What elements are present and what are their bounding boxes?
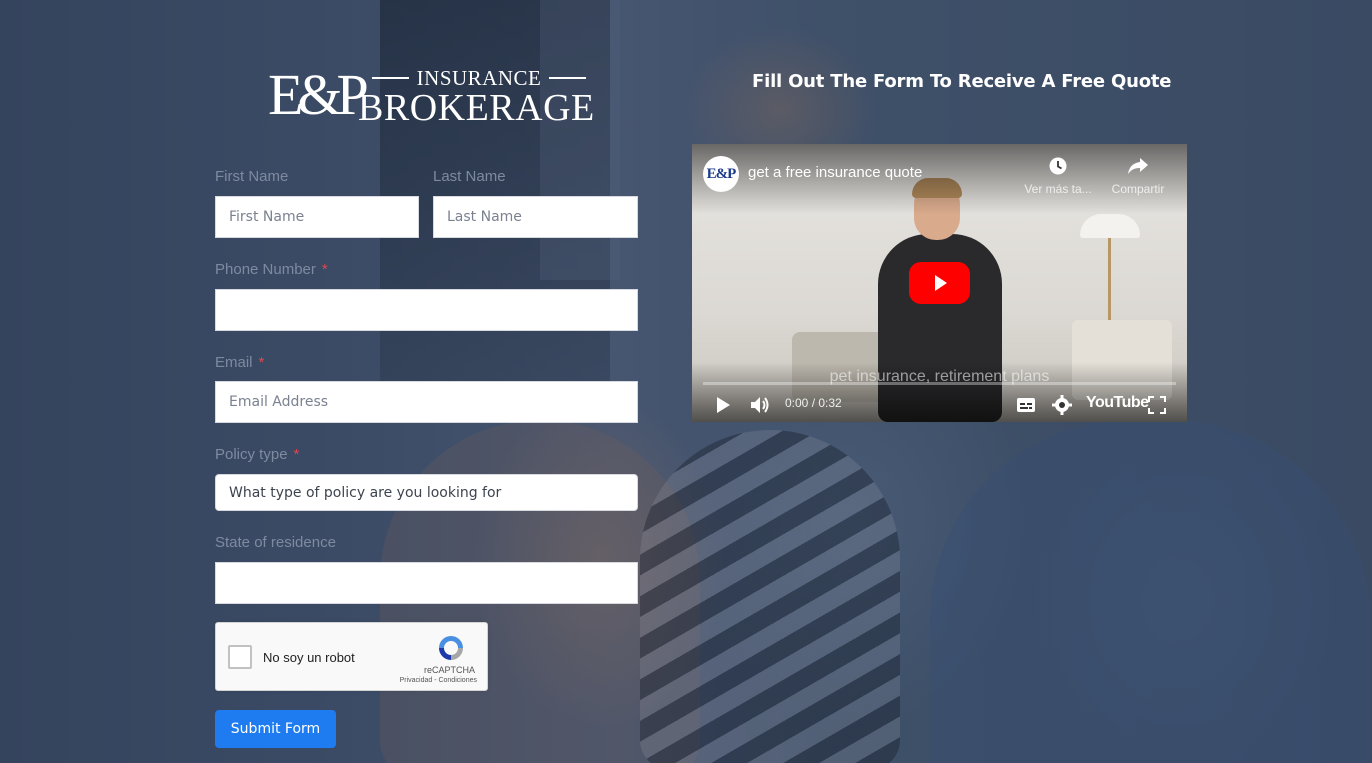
last-name-label: Last Name [433,168,506,185]
recaptcha-links[interactable]: Privacidad - Condiciones [400,677,477,684]
video-lamp-shade [1080,214,1140,238]
volume-icon[interactable] [750,396,772,414]
video-title[interactable]: get a free insurance quote [748,164,922,181]
youtube-logo[interactable]: YouTube [1086,394,1149,412]
time-display: 0:00 / 0:32 [785,396,842,410]
phone-input[interactable] [215,289,638,331]
bg-figure-adult [930,420,1370,763]
recaptcha-icon [439,636,463,660]
email-label-text: Email [215,354,253,371]
logo-top-row: INSURANCE [372,66,586,90]
email-label: Email * [215,354,264,371]
share-label: Compartir [1111,182,1165,196]
policy-type-select[interactable]: What type of policy are you looking for [215,474,638,511]
state-label: State of residence [215,534,336,551]
share-button[interactable]: Compartir [1106,156,1170,196]
watch-later-label: Ver más ta... [1024,182,1092,196]
email-placeholder: Email Address [229,394,329,410]
play-icon[interactable] [714,396,732,414]
submit-button[interactable]: Submit Form [215,710,336,748]
required-marker: * [293,446,300,463]
logo-rule [549,77,586,79]
bg-figure-striped [640,430,900,763]
policy-type-label: Policy type * [215,446,299,463]
required-marker: * [321,261,328,278]
recaptcha-label: No soy un robot [263,650,355,665]
policy-type-selected: What type of policy are you looking for [229,484,502,501]
email-input[interactable]: Email Address [215,381,638,423]
watch-later-button[interactable]: Ver más ta... [1018,156,1098,196]
bg-door-panel [540,0,620,280]
play-icon [934,275,947,291]
first-name-input[interactable]: First Name [215,196,419,238]
video-player[interactable]: E&P get a free insurance quote Ver más t… [692,144,1187,422]
channel-avatar[interactable]: E&P [703,156,739,192]
logo-bottom-text: BROKERAGE [358,87,595,129]
last-name-placeholder: Last Name [447,209,522,225]
phone-label: Phone Number * [215,261,328,278]
settings-icon[interactable] [1052,395,1072,415]
phone-label-text: Phone Number [215,261,316,278]
last-name-input[interactable]: Last Name [433,196,638,238]
policy-type-label-text: Policy type [215,446,288,463]
play-button[interactable] [909,262,970,304]
share-icon [1128,158,1148,174]
captions-icon[interactable] [1016,397,1036,413]
clock-icon [1049,157,1067,175]
first-name-placeholder: First Name [229,209,305,225]
recaptcha-brand: reCAPTCHA [423,665,475,675]
first-name-label: First Name [215,168,289,185]
state-input[interactable] [215,562,638,604]
recaptcha-checkbox[interactable] [228,645,252,669]
logo-rule [372,77,409,79]
page-heading: Fill Out The Form To Receive A Free Quot… [752,71,1172,92]
fullscreen-icon[interactable] [1148,396,1166,414]
progress-bar[interactable] [703,382,1176,385]
recaptcha-widget: No soy un robot reCAPTCHA Privacidad - C… [215,622,488,691]
required-marker: * [258,354,265,371]
brand-logo[interactable]: E&P INSURANCE BROKERAGE [268,62,594,129]
video-controls: 0:00 / 0:32 YouTube [692,390,1187,422]
logo-mark: E&P [268,62,369,127]
